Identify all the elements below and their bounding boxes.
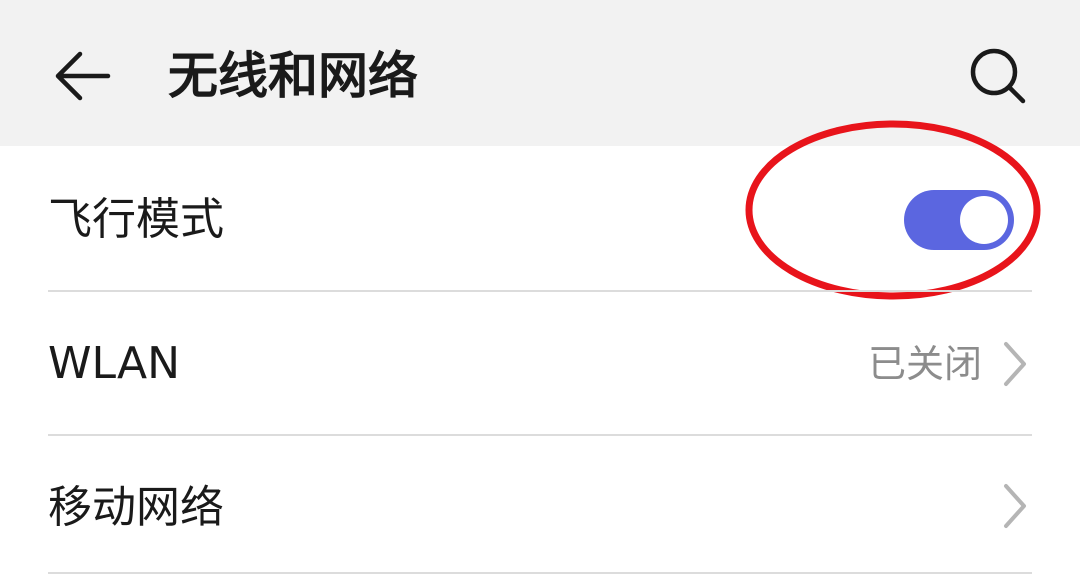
setting-label-mobile-network: 移动网络 [48, 482, 224, 533]
page-title: 无线和网络 [168, 47, 418, 105]
chevron-right-icon [1004, 342, 1026, 386]
chevron-right-icon [1004, 484, 1026, 528]
setting-label-airplane-mode: 飞行模式 [48, 194, 224, 245]
search-icon [970, 48, 1026, 104]
back-button[interactable] [40, 38, 124, 114]
wlan-status-text: 已关闭 [868, 342, 983, 386]
app-bar: 无线和网络 [0, 0, 1080, 146]
arrow-left-icon [55, 51, 111, 101]
row-divider [48, 572, 1032, 574]
wireless-network-settings-screen: 无线和网络 飞行模式 WLAN 已关闭 移动网络 [0, 0, 1080, 580]
setting-label-wlan: WLAN [48, 338, 181, 389]
setting-row-mobile-network[interactable]: 移动网络 [0, 436, 1080, 580]
toggle-knob [960, 196, 1008, 244]
airplane-mode-toggle[interactable] [904, 190, 1014, 250]
setting-row-wlan[interactable]: WLAN 已关闭 [0, 292, 1080, 436]
search-button[interactable] [958, 38, 1038, 114]
